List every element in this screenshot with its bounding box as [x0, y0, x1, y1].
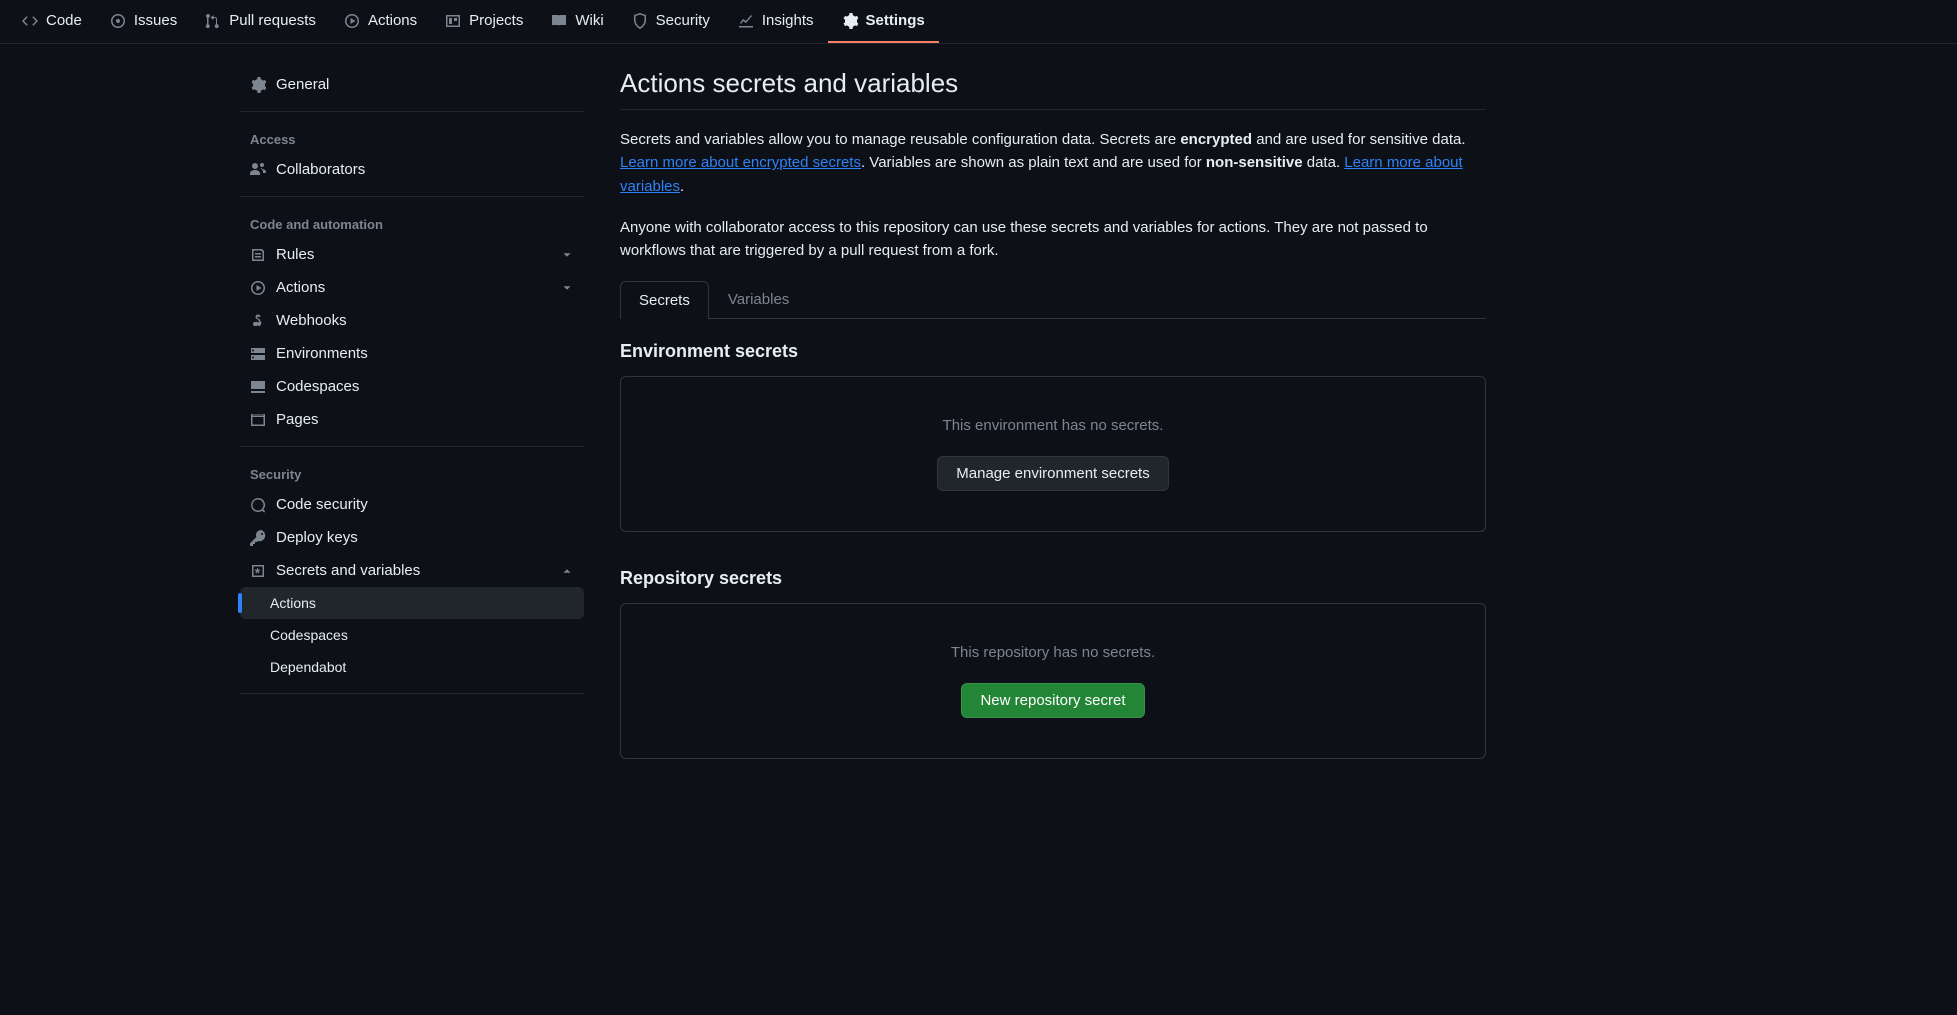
secrets-variables-tabs: Secrets Variables	[620, 280, 1486, 319]
repo-topnav: Code Issues Pull requests Actions Projec…	[0, 0, 1957, 44]
sidebar-pages[interactable]: Pages	[240, 403, 584, 436]
sidebar-deploy-keys[interactable]: Deploy keys	[240, 521, 584, 554]
sidebar-actions[interactable]: Actions	[240, 271, 584, 304]
shield-icon	[632, 13, 648, 29]
divider	[240, 111, 584, 112]
nav-settings[interactable]: Settings	[828, 0, 939, 43]
repository-secrets-panel: This repository has no secrets. New repo…	[620, 603, 1486, 759]
tab-variables[interactable]: Variables	[709, 280, 808, 318]
sidebar-sub-codespaces-label: Codespaces	[270, 627, 348, 643]
sidebar-codespaces-label: Codespaces	[276, 378, 359, 395]
sidebar-actions-label: Actions	[276, 279, 325, 296]
nav-projects-label: Projects	[469, 12, 523, 29]
key-icon	[250, 530, 266, 546]
play-icon	[250, 280, 266, 296]
nav-pulls[interactable]: Pull requests	[191, 0, 330, 43]
description-para-1: Secrets and variables allow you to manag…	[620, 128, 1486, 198]
repository-secrets-title: Repository secrets	[620, 568, 1486, 589]
nav-code[interactable]: Code	[8, 0, 96, 43]
nav-issues-label: Issues	[134, 12, 177, 29]
nav-actions-label: Actions	[368, 12, 417, 29]
nav-projects[interactable]: Projects	[431, 0, 537, 43]
sidebar-heading-code: Code and automation	[240, 207, 584, 238]
shield-search-icon	[250, 497, 266, 513]
nav-settings-label: Settings	[866, 12, 925, 29]
sidebar-heading-security: Security	[240, 457, 584, 488]
issue-icon	[110, 13, 126, 29]
code-icon	[22, 13, 38, 29]
sidebar-webhooks-label: Webhooks	[276, 312, 347, 329]
codespaces-icon	[250, 379, 266, 395]
nav-code-label: Code	[46, 12, 82, 29]
page-title: Actions secrets and variables	[620, 68, 1486, 110]
sidebar-sub-codespaces[interactable]: Codespaces	[240, 619, 584, 651]
sidebar-pages-label: Pages	[276, 411, 319, 428]
sidebar-sub-actions[interactable]: Actions	[240, 587, 584, 619]
sidebar-sub-dependabot-label: Dependabot	[270, 659, 346, 675]
environment-empty-message: This environment has no secrets.	[641, 417, 1465, 434]
nav-insights-label: Insights	[762, 12, 814, 29]
webhook-icon	[250, 313, 266, 329]
project-icon	[445, 13, 461, 29]
sidebar-secrets-variables-label: Secrets and variables	[276, 562, 420, 579]
sidebar-general-label: General	[276, 76, 329, 93]
graph-icon	[738, 13, 754, 29]
chevron-down-icon	[560, 248, 574, 262]
sidebar-collaborators[interactable]: Collaborators	[240, 153, 584, 186]
gear-icon	[842, 13, 858, 29]
main-content: Actions secrets and variables Secrets an…	[600, 68, 1510, 795]
server-icon	[250, 346, 266, 362]
sidebar-deploy-keys-label: Deploy keys	[276, 529, 358, 546]
nav-wiki[interactable]: Wiki	[537, 0, 617, 43]
description-para-2: Anyone with collaborator access to this …	[620, 216, 1486, 263]
browser-icon	[250, 412, 266, 428]
gear-icon	[250, 77, 266, 93]
play-icon	[344, 13, 360, 29]
nav-security[interactable]: Security	[618, 0, 724, 43]
sidebar-secrets-variables[interactable]: Secrets and variables	[240, 554, 584, 587]
sidebar-rules[interactable]: Rules	[240, 238, 584, 271]
sidebar-heading-access: Access	[240, 122, 584, 153]
new-repository-secret-button[interactable]: New repository secret	[961, 683, 1144, 718]
divider	[240, 196, 584, 197]
pull-request-icon	[205, 13, 221, 29]
sidebar-sub-actions-label: Actions	[270, 595, 316, 611]
sidebar-code-security[interactable]: Code security	[240, 488, 584, 521]
nav-issues[interactable]: Issues	[96, 0, 191, 43]
settings-sidebar: General Access Collaborators Code and au…	[240, 68, 600, 795]
divider	[240, 693, 584, 694]
nav-wiki-label: Wiki	[575, 12, 603, 29]
repository-empty-message: This repository has no secrets.	[641, 644, 1465, 661]
divider	[240, 446, 584, 447]
environment-secrets-title: Environment secrets	[620, 341, 1486, 362]
sidebar-webhooks[interactable]: Webhooks	[240, 304, 584, 337]
nav-security-label: Security	[656, 12, 710, 29]
nav-actions[interactable]: Actions	[330, 0, 431, 43]
nav-insights[interactable]: Insights	[724, 0, 828, 43]
chevron-up-icon	[560, 564, 574, 578]
chevron-down-icon	[560, 281, 574, 295]
environment-secrets-panel: This environment has no secrets. Manage …	[620, 376, 1486, 532]
sidebar-rules-label: Rules	[276, 246, 314, 263]
people-icon	[250, 162, 266, 178]
link-learn-secrets[interactable]: Learn more about encrypted secrets	[620, 154, 861, 171]
tab-secrets[interactable]: Secrets	[620, 281, 709, 319]
rules-icon	[250, 247, 266, 263]
book-icon	[551, 13, 567, 29]
sidebar-environments[interactable]: Environments	[240, 337, 584, 370]
sidebar-collaborators-label: Collaborators	[276, 161, 365, 178]
manage-environment-secrets-button[interactable]: Manage environment secrets	[937, 456, 1168, 491]
sidebar-environments-label: Environments	[276, 345, 368, 362]
asterisk-icon	[250, 563, 266, 579]
sidebar-sub-dependabot[interactable]: Dependabot	[240, 651, 584, 683]
sidebar-codespaces[interactable]: Codespaces	[240, 370, 584, 403]
nav-pulls-label: Pull requests	[229, 12, 316, 29]
sidebar-general[interactable]: General	[240, 68, 584, 101]
sidebar-code-security-label: Code security	[276, 496, 368, 513]
